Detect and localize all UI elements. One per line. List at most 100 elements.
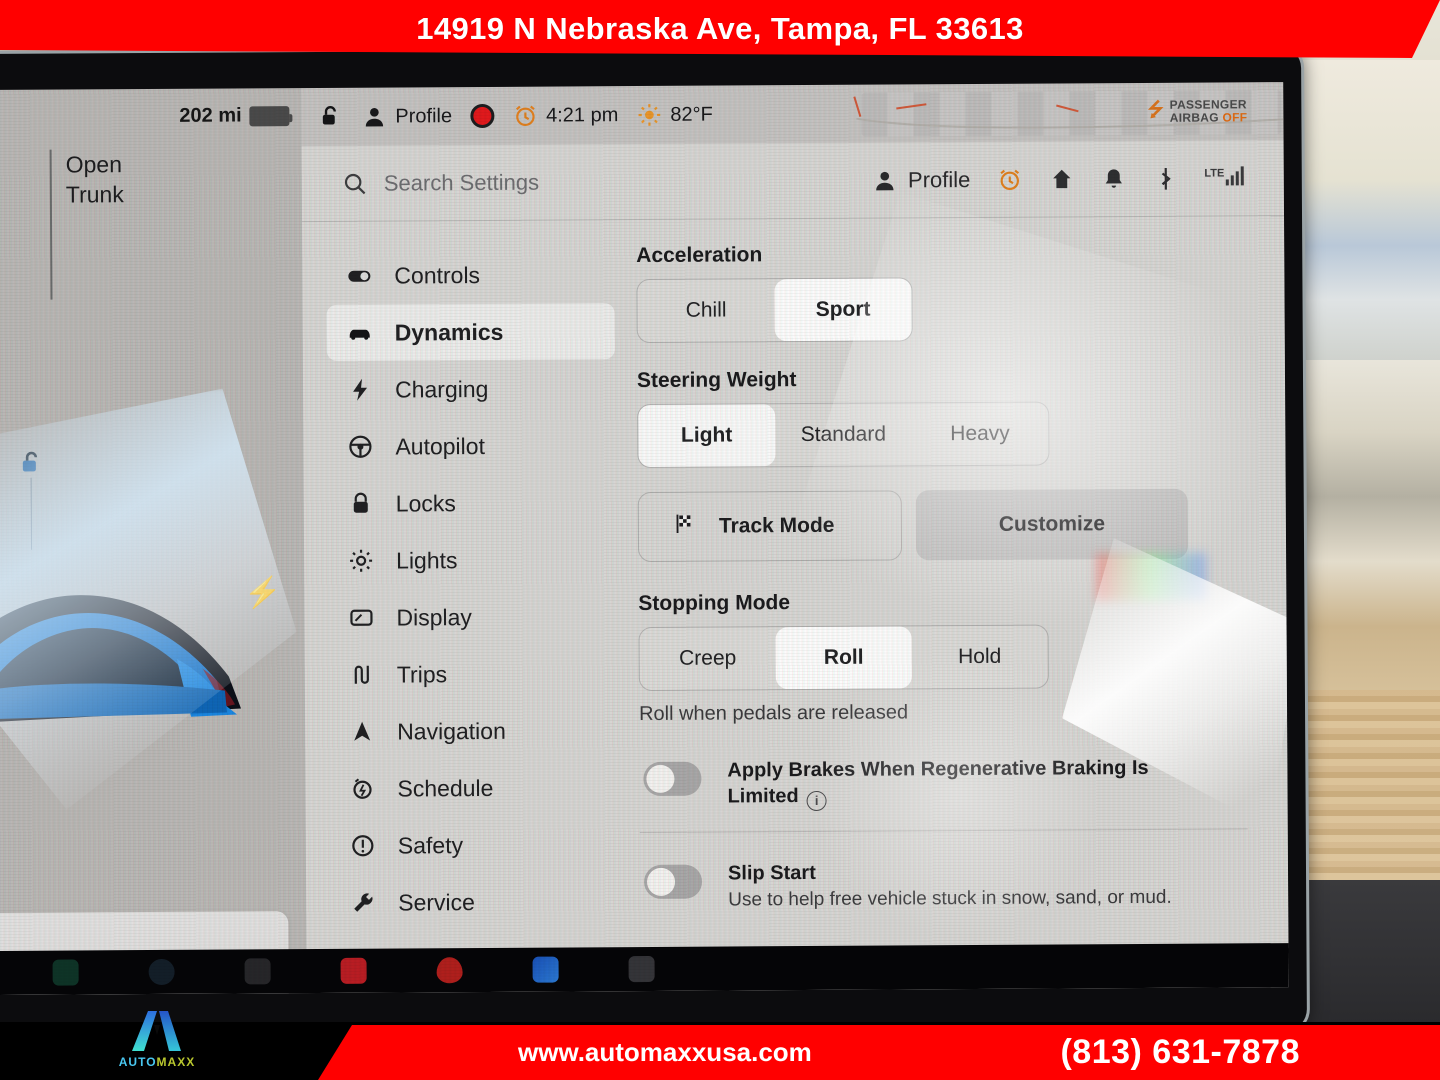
acceleration-segmented-control: Chill Sport [636, 277, 913, 344]
apply-brakes-toggle[interactable] [643, 761, 702, 797]
toggle-switch-icon [346, 263, 372, 289]
app-dock [0, 943, 1289, 996]
slip-start-toggle[interactable] [643, 864, 703, 900]
lightning-bolt-icon [347, 377, 373, 403]
search-input[interactable]: Search Settings [384, 167, 872, 196]
profile-status-item[interactable]: Profile [361, 103, 452, 130]
steering-weight-segmented-control: Light Standard Heavy [637, 401, 1050, 469]
bell-icon[interactable] [1100, 166, 1126, 192]
dock-icon-navigation[interactable] [532, 956, 559, 983]
screenshot-stage: Open Trunk ⚡ 202 mi Profile 4:21 pm 82°F… [0, 0, 1440, 1080]
time-status-item[interactable]: 4:21 pm [512, 102, 618, 129]
sidebar-label: Charging [394, 375, 489, 403]
mode-buttons-row: Track Mode Customize [637, 488, 1246, 563]
sidebar-item-lights[interactable]: Lights [328, 531, 616, 589]
dock-icon-apps[interactable] [244, 958, 271, 985]
sidebar-item-autopilot[interactable]: Autopilot [327, 417, 615, 475]
battery-range-indicator[interactable]: 202 mi [179, 104, 290, 128]
sidebar-item-navigation[interactable]: Navigation [329, 702, 617, 760]
network-label: LTE [1204, 167, 1225, 180]
sidebar-label: Service [398, 888, 475, 916]
steering-option-light[interactable]: Light [638, 404, 776, 468]
search-icon[interactable] [342, 170, 368, 196]
temperature-status-item[interactable]: 82°F [636, 102, 713, 128]
profile-label: Profile [907, 166, 971, 192]
settings-header-actions: Profile LTE [872, 165, 1244, 193]
automaxx-logo-mark [132, 1011, 181, 1051]
sidebar-item-service[interactable]: Service [330, 873, 618, 931]
vehicle-3d-render[interactable] [0, 508, 271, 760]
profile-button[interactable]: Profile [872, 167, 971, 194]
acceleration-option-sport[interactable]: Sport [774, 278, 912, 342]
sidebar-item-dynamics[interactable]: Dynamics [326, 303, 615, 361]
sidebar-label: Display [396, 603, 472, 631]
warning-circle-icon [350, 833, 376, 859]
customize-label: Customize [998, 512, 1106, 536]
stopping-option-creep[interactable]: Creep [640, 627, 776, 690]
padlock-icon [348, 491, 374, 517]
unlock-icon[interactable] [317, 104, 343, 130]
dock-icon-settings[interactable] [628, 955, 655, 983]
status-bar-right: Profile 4:21 pm 82°F ⭍ PASSENGER AIRBAG … [301, 82, 1289, 147]
track-mode-button[interactable]: Track Mode [637, 490, 903, 563]
toggle-knob [646, 867, 676, 896]
signal-bars-icon [1225, 165, 1244, 186]
tesla-touchscreen: Open Trunk ⚡ 202 mi Profile 4:21 pm 82°F… [0, 82, 1289, 996]
dealer-address: 14919 N Nebraska Ave, Tampa, FL 33613 [416, 11, 1024, 46]
passenger-airbag-indicator: ⭍ PASSENGER AIRBAG OFF [1148, 95, 1248, 128]
settings-divider [639, 828, 1248, 834]
sidebar-item-schedule[interactable]: Schedule [329, 759, 617, 817]
dealer-website[interactable]: www.automaxxusa.com [518, 1037, 812, 1068]
steering-option-standard[interactable]: Standard [775, 403, 912, 466]
brightness-icon [348, 548, 374, 574]
sidebar-item-locks[interactable]: Locks [328, 474, 616, 532]
dealer-phone[interactable]: (813) 631-7878 [1060, 1033, 1300, 1072]
settings-header: Search Settings Profile LTE [301, 140, 1285, 223]
battery-icon [249, 105, 290, 126]
stopping-option-roll[interactable]: Roll [775, 626, 912, 690]
alarm-clock-icon[interactable] [996, 166, 1022, 192]
info-icon[interactable]: i [806, 790, 827, 812]
dock-icon-media[interactable] [340, 957, 367, 984]
dock-icon-1[interactable] [52, 959, 79, 986]
sidebar-item-display[interactable]: Display [328, 588, 616, 646]
wrench-icon [350, 890, 376, 916]
person-icon [365, 107, 384, 127]
bluetooth-icon[interactable] [1152, 165, 1178, 191]
trips-icon [349, 662, 375, 688]
dock-icon-camera[interactable] [148, 958, 175, 986]
tesla-touchscreen-bezel: Open Trunk ⚡ 202 mi Profile 4:21 pm 82°F… [0, 45, 1307, 1040]
sidebar-item-safety[interactable]: Safety [330, 816, 618, 874]
stopping-mode-hint: Roll when pedals are released [638, 701, 909, 726]
schedule-clock-icon [349, 776, 375, 802]
acceleration-option-chill[interactable]: Chill [637, 279, 774, 342]
automaxx-logo: AUTOMAXX [96, 1002, 218, 1076]
home-icon[interactable] [1048, 166, 1074, 192]
customize-button[interactable]: Customize [915, 488, 1189, 561]
open-trunk-label[interactable]: Open Trunk [49, 149, 125, 300]
windshield-view [1290, 60, 1440, 360]
acceleration-section-label: Acceleration [636, 243, 763, 268]
airbag-person-icon: ⭍ [1147, 99, 1164, 121]
unlocked-padlock-icon[interactable] [18, 448, 44, 478]
checkered-flag-icon [673, 512, 697, 542]
sidebar-label: Autopilot [395, 432, 485, 460]
vehicle-status-bar: 202 mi Profile 4:21 pm 82°F ⭍ PASSENGER … [0, 82, 1289, 148]
stopping-mode-segmented-control: Creep Roll Hold [638, 624, 1049, 692]
sidebar-label: Controls [394, 261, 481, 289]
sidebar-item-charging[interactable]: Charging [327, 360, 615, 418]
network-status[interactable]: LTE [1204, 165, 1244, 190]
airbag-line2: AIRBAG OFF [1169, 110, 1248, 125]
dock-icon-location[interactable] [436, 957, 463, 984]
apply-brakes-label: Apply Brakes When Regenerative Braking I… [727, 755, 1197, 812]
slip-start-description: Use to help free vehicle stuck in snow, … [728, 886, 1172, 911]
stopping-option-hold[interactable]: Hold [912, 626, 1048, 689]
open-trunk-line2: Trunk [65, 181, 124, 208]
car-front-icon [347, 320, 373, 346]
sidebar-item-controls[interactable]: Controls [326, 246, 614, 304]
sidebar-label: Schedule [397, 774, 494, 802]
steering-option-heavy[interactable]: Heavy [911, 403, 1048, 466]
navigation-arrow-icon [349, 719, 375, 745]
record-dot-icon[interactable] [470, 103, 495, 129]
sidebar-item-trips[interactable]: Trips [329, 645, 617, 703]
